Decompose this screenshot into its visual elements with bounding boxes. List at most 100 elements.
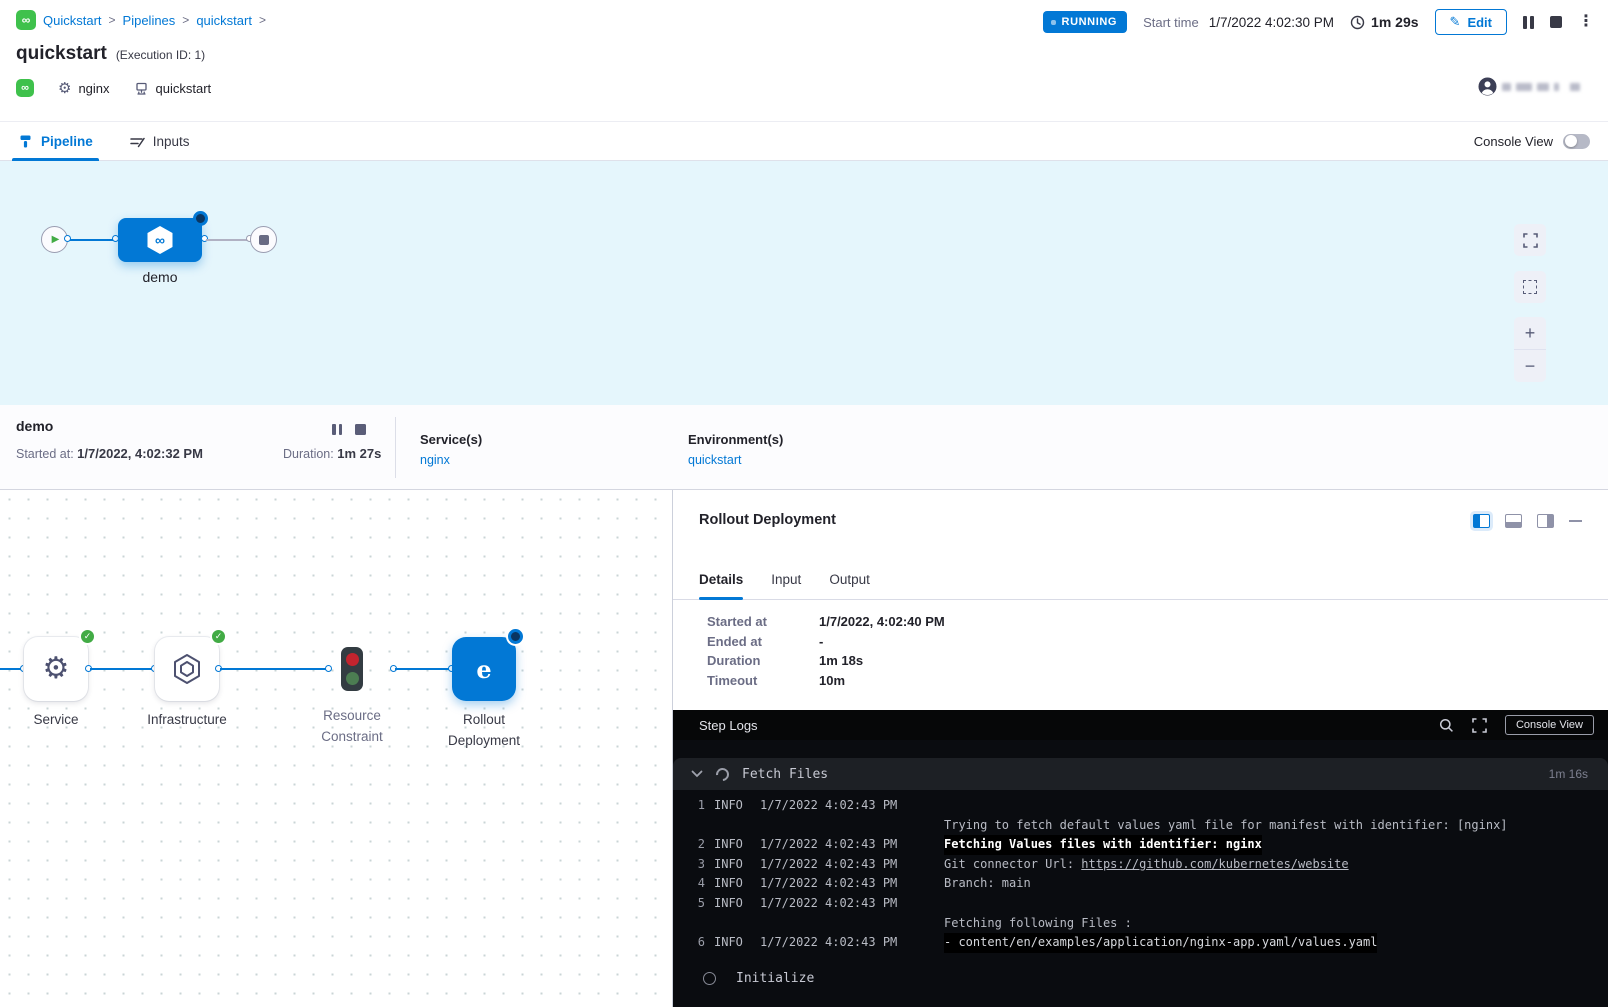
console-view-label: Console View [1474,134,1553,149]
more-options-icon[interactable]: ⋮ [1578,14,1594,30]
stop-stage-button[interactable] [355,424,366,435]
fit-to-screen-button[interactable] [1514,224,1546,256]
step-label: Infrastructure [137,710,237,731]
search-icon [1439,718,1454,733]
detail-label: Started at [707,614,819,629]
pipeline-stage-canvas[interactable]: ▶ ∞ demo + − [0,161,1608,405]
panel-tabs: Details Input Output [673,558,1608,600]
layout-right-icon[interactable] [1537,514,1554,528]
tab-input[interactable]: Input [771,572,801,599]
success-check-icon: ✓ [79,628,96,645]
breadcrumb-link-quickstart[interactable]: Quickstart [43,13,102,28]
service-link[interactable]: nginx [420,453,482,467]
pause-stage-button[interactable] [332,424,342,435]
stop-icon [259,235,269,245]
pending-circle-icon [703,972,716,985]
zoom-controls: + − [1514,317,1546,382]
redacted-text [1537,83,1549,91]
collapse-panel-icon[interactable] [1569,520,1582,523]
log-line: 2INFO1/7/2022 4:02:43 PMFetching Values … [673,835,1608,855]
marquee-select-button[interactable] [1514,271,1546,303]
detail-label: Duration [707,653,819,668]
pause-execution-button[interactable] [1523,16,1534,29]
cd-stage-icon: ∞ [146,225,174,255]
detail-value: - [819,634,823,649]
console-view-button[interactable]: Console View [1505,715,1594,735]
log-line: 1INFO1/7/2022 4:02:43 PM [673,796,1608,816]
breadcrumb-separator-icon: > [109,13,116,27]
expand-logs-button[interactable] [1472,718,1487,733]
zoom-in-button[interactable]: + [1514,317,1546,350]
log-line: Fetching following Files : [673,914,1608,934]
details-list: Started at 1/7/2022, 4:02:40 PM Ended at… [707,612,945,690]
layout-bottom-icon[interactable] [1505,514,1522,528]
status-badge: RUNNING [1043,11,1128,33]
service-chip[interactable]: ⚙ nginx [58,81,110,96]
detail-value: 10m [819,673,845,688]
pipeline-icon [18,134,33,149]
log-section-duration: 1m 16s [1549,767,1588,781]
tab-pipeline[interactable]: Pipeline [18,122,93,160]
log-line: 5INFO1/7/2022 4:02:43 PM [673,894,1608,914]
environment-chip[interactable]: quickstart [134,81,212,96]
view-tabs: Pipeline Inputs Console View [0,121,1608,161]
breadcrumb: ∞ Quickstart > Pipelines > quickstart > [16,10,266,30]
breadcrumb-separator-icon: > [182,13,189,27]
step-node-rollout-deployment[interactable]: e [452,637,516,701]
stage-node-demo[interactable]: ∞ [118,218,202,262]
log-section-initialize[interactable]: Initialize [673,963,1608,995]
layout-left-icon[interactable] [1473,514,1490,528]
step-node-infrastructure[interactable]: ✓ [155,637,219,701]
stop-execution-button[interactable] [1550,16,1562,28]
search-logs-button[interactable] [1439,718,1454,733]
log-body[interactable]: Fetch Files 1m 16s 1INFO1/7/2022 4:02:43… [673,740,1608,1007]
log-line: 3INFO1/7/2022 4:02:43 PMGit connector Ur… [673,855,1608,875]
detail-row: Duration 1m 18s [707,651,945,671]
running-dot-icon [1051,20,1056,25]
gear-icon: ⚙ [58,81,71,96]
log-section-fetch-files[interactable]: Fetch Files 1m 16s [673,758,1608,790]
environments-block: Environment(s) quickstart [688,432,783,467]
step-node-resource-constraint[interactable] [341,647,363,691]
breadcrumb-separator-icon: > [259,13,266,27]
services-label: Service(s) [420,432,482,447]
traffic-light-green-icon [346,672,359,685]
log-url-link[interactable]: https://github.com/kubernetes/website [1081,857,1348,871]
stage-name: demo [16,418,53,434]
console-view-control: Console View [1474,134,1590,149]
stage-info-bar: demo Started at: 1/7/2022, 4:02:32 PM Du… [0,405,1608,490]
page-title: quickstart [16,43,107,65]
redacted-text [1570,83,1580,91]
connector [90,668,155,670]
step-details-header: Rollout Deployment Details Input Output … [673,490,1608,710]
services-block: Service(s) nginx [420,432,482,467]
inputs-icon [129,134,145,149]
end-node[interactable] [250,226,277,253]
redacted-text [1502,83,1511,91]
success-check-icon: ✓ [210,628,227,645]
step-details-panel: Rollout Deployment Details Input Output … [672,490,1608,1007]
detail-row: Timeout 10m [707,671,945,691]
pencil-icon: ✎ [1450,14,1461,30]
stage-duration: Duration: 1m 27s [283,446,381,461]
execution-step-canvas[interactable]: ⚙ ✓ ✓ e Service Infrastructure Resource … [0,490,672,1007]
breadcrumb-link-pipeline[interactable]: quickstart [196,13,252,28]
elapsed-time: 1m 29s [1350,14,1418,30]
redacted-text [1554,83,1559,91]
edit-button[interactable]: ✎ Edit [1435,9,1507,35]
tab-details[interactable]: Details [699,572,743,599]
console-view-toggle[interactable] [1563,134,1590,149]
tab-output[interactable]: Output [829,572,870,599]
tab-inputs[interactable]: Inputs [129,122,190,160]
environment-link[interactable]: quickstart [688,453,783,467]
breadcrumb-link-pipelines[interactable]: Pipelines [123,13,176,28]
step-node-service[interactable]: ⚙ ✓ [24,637,88,701]
environments-label: Environment(s) [688,432,783,447]
execution-id: (Execution ID: 1) [116,48,205,62]
zoom-out-button[interactable]: − [1514,350,1546,382]
environment-icon [134,81,149,96]
avatar [1478,77,1497,96]
step-logs: Step Logs Console View Fetch Files 1m 16… [673,710,1608,1007]
harness-cd-icon: ∞ [16,79,34,97]
header-actions: RUNNING Start time 1/7/2022 4:02:30 PM 1… [1043,8,1594,36]
